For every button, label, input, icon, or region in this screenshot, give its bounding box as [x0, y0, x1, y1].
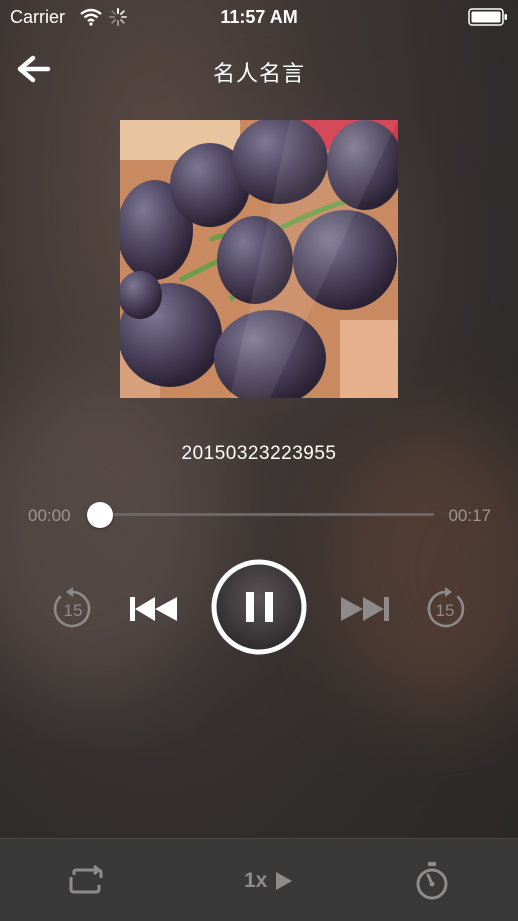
- background-blur: [330, 420, 518, 720]
- nav-bar: 名人名言: [0, 44, 518, 94]
- progress-slider-track[interactable]: [100, 513, 434, 516]
- album-art-image: [120, 120, 398, 398]
- battery-icon: [468, 8, 507, 26]
- play-speed-button[interactable]: 1x: [244, 867, 296, 895]
- play-speed-icon: [276, 872, 292, 890]
- status-time: 11:57 AM: [220, 7, 298, 27]
- pause-icon[interactable]: [210, 558, 308, 656]
- page-title: 名人名言: [212, 61, 305, 86]
- status-bar: Carrier 11:57 AM: [0, 0, 518, 36]
- forward-15-icon[interactable]: 15: [422, 586, 468, 632]
- rewind-15-icon[interactable]: 15: [50, 586, 96, 632]
- repeat-icon[interactable]: [66, 865, 106, 897]
- bottom-toolbar: 1x: [0, 838, 518, 921]
- rewind-seconds-label: 15: [64, 601, 83, 620]
- total-duration: 00:17: [448, 506, 491, 525]
- progress-slider-knob[interactable]: [87, 502, 113, 528]
- previous-track-icon[interactable]: [127, 594, 181, 624]
- forward-seconds-label: 15: [436, 601, 455, 620]
- timer-icon[interactable]: [414, 861, 450, 901]
- next-track-icon[interactable]: [338, 594, 392, 624]
- background-blur: [0, 380, 220, 700]
- elapsed-time: 00:00: [28, 506, 71, 525]
- play-speed-label: 1x: [244, 869, 268, 892]
- track-title: 20150323223955: [181, 443, 337, 464]
